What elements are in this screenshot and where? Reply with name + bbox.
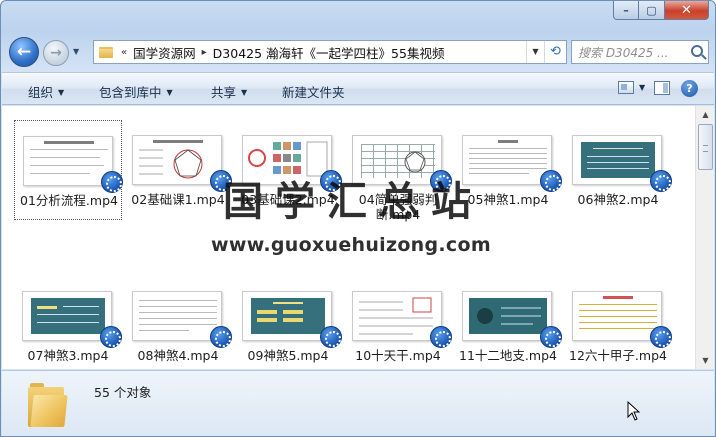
refresh-icon[interactable]: ⟲ xyxy=(544,41,566,63)
media-player-icon xyxy=(540,326,562,348)
maximize-button[interactable]: ▢ xyxy=(639,1,665,20)
media-player-icon xyxy=(540,170,562,192)
file-tile[interactable]: 10十天干.mp4 xyxy=(344,276,452,369)
search-input[interactable]: 搜索 D30425 ... xyxy=(578,44,690,61)
folder-icon xyxy=(28,383,68,427)
file-tile[interactable]: 02基础课1.mp4 xyxy=(124,120,232,220)
details-pane: 55 个对象 xyxy=(2,370,714,436)
file-tile[interactable]: 08神煞4.mp4 xyxy=(124,276,232,369)
file-tile[interactable]: 12六十甲子.mp4 xyxy=(564,276,672,369)
back-arrow-icon: ← xyxy=(16,42,32,62)
share-label: 共享 xyxy=(211,85,237,100)
media-player-icon xyxy=(210,326,232,348)
scroll-up-icon[interactable]: ▲ xyxy=(696,106,715,123)
breadcrumb-separator[interactable]: ▸ xyxy=(202,47,207,58)
file-tile[interactable]: 06神煞2.mp4 xyxy=(564,120,672,220)
video-thumbnail xyxy=(572,135,662,185)
explorer-window: – ▢ ✕ ← → ▼ « 国学资源网 ▸ D30425 瀚海轩《一起学四柱》5… xyxy=(0,0,716,437)
breadcrumb-item-root[interactable]: 国学资源网 xyxy=(133,43,196,62)
video-thumbnail xyxy=(572,291,662,341)
chevron-down-icon: ▼ xyxy=(241,88,248,97)
new-folder-button[interactable]: 新建文件夹 xyxy=(282,82,345,101)
media-player-icon xyxy=(650,326,672,348)
scroll-down-icon[interactable]: ▼ xyxy=(696,352,715,369)
recent-pages-dropdown[interactable]: ▼ xyxy=(73,47,79,56)
file-name: 01分析流程.mp4 xyxy=(20,193,118,208)
video-thumbnail xyxy=(132,135,222,185)
video-thumbnail xyxy=(242,291,332,341)
item-count: 55 个对象 xyxy=(94,385,152,400)
address-bar[interactable]: « 国学资源网 ▸ D30425 瀚海轩《一起学四柱》55集视频 ▼ ⟲ xyxy=(93,40,567,64)
file-name: 10十天干.mp4 xyxy=(355,348,441,363)
breadcrumb-item-current[interactable]: D30425 瀚海轩《一起学四柱》55集视频 xyxy=(213,43,445,62)
video-thumbnail xyxy=(352,291,442,341)
share-menu[interactable]: 共享 ▼ xyxy=(211,82,247,101)
file-name: 11十二地支.mp4 xyxy=(459,348,557,363)
video-thumbnail xyxy=(462,291,552,341)
file-name: 06神煞2.mp4 xyxy=(577,192,659,207)
chevron-down-icon: ▼ xyxy=(166,88,173,97)
file-name: 12六十甲子.mp4 xyxy=(569,348,667,363)
media-player-icon xyxy=(100,326,122,348)
watermark: 国学汇总站 www.guoxuehuizong.com xyxy=(211,178,523,257)
video-thumbnail xyxy=(132,291,222,341)
media-player-icon xyxy=(430,326,452,348)
video-thumbnail xyxy=(22,291,112,341)
close-button[interactable]: ✕ xyxy=(665,1,709,20)
caption-buttons: – ▢ ✕ xyxy=(613,1,709,20)
vertical-scrollbar[interactable]: ▲ ▼ xyxy=(695,106,714,369)
breadcrumb-overflow[interactable]: « xyxy=(121,47,127,58)
file-tile[interactable]: 07神煞3.mp4 xyxy=(14,276,122,369)
file-tile[interactable]: 09神煞5.mp4 xyxy=(234,276,342,369)
watermark-title: 国学汇总站 xyxy=(223,178,483,225)
organize-label: 组织 xyxy=(28,85,54,100)
search-icon[interactable] xyxy=(691,45,703,57)
organize-menu[interactable]: 组织 ▼ xyxy=(28,82,64,101)
address-history-dropdown[interactable]: ▼ xyxy=(526,41,544,63)
include-in-library-label: 包含到库中 xyxy=(99,85,162,100)
chevron-down-icon: ▼ xyxy=(58,88,65,97)
file-name: 02基础课1.mp4 xyxy=(131,192,225,207)
view-options-dropdown[interactable]: ▼ xyxy=(639,83,645,92)
video-thumbnail xyxy=(23,136,113,186)
change-view-icon[interactable] xyxy=(618,81,634,94)
watermark-url: www.guoxuehuizong.com xyxy=(211,234,491,256)
file-name: 08神煞4.mp4 xyxy=(137,348,219,363)
back-button[interactable]: ← xyxy=(9,37,39,67)
folder-icon xyxy=(99,46,113,58)
media-player-icon xyxy=(101,171,123,193)
file-name: 07神煞3.mp4 xyxy=(27,348,109,363)
minimize-button[interactable]: – xyxy=(613,1,639,20)
forward-button[interactable]: → xyxy=(43,40,69,66)
search-box[interactable]: 搜索 D30425 ... xyxy=(571,40,709,64)
scrollbar-thumb[interactable] xyxy=(698,124,713,170)
forward-arrow-icon: → xyxy=(50,45,62,61)
preview-pane-icon[interactable] xyxy=(654,81,670,95)
file-name: 09神煞5.mp4 xyxy=(247,348,329,363)
include-in-library-menu[interactable]: 包含到库中 ▼ xyxy=(99,82,173,101)
help-icon[interactable]: ? xyxy=(681,80,698,97)
file-tile[interactable]: 11十二地支.mp4 xyxy=(454,276,562,369)
media-player-icon xyxy=(650,170,672,192)
command-bar: 组织 ▼ 包含到库中 ▼ 共享 ▼ 新建文件夹 ▼ ? xyxy=(2,72,714,105)
file-tile[interactable]: 01分析流程.mp4 xyxy=(14,120,123,220)
media-player-icon xyxy=(320,326,342,348)
navigation-bar: ← → ▼ « 国学资源网 ▸ D30425 瀚海轩《一起学四柱》55集视频 ▼… xyxy=(9,37,709,67)
